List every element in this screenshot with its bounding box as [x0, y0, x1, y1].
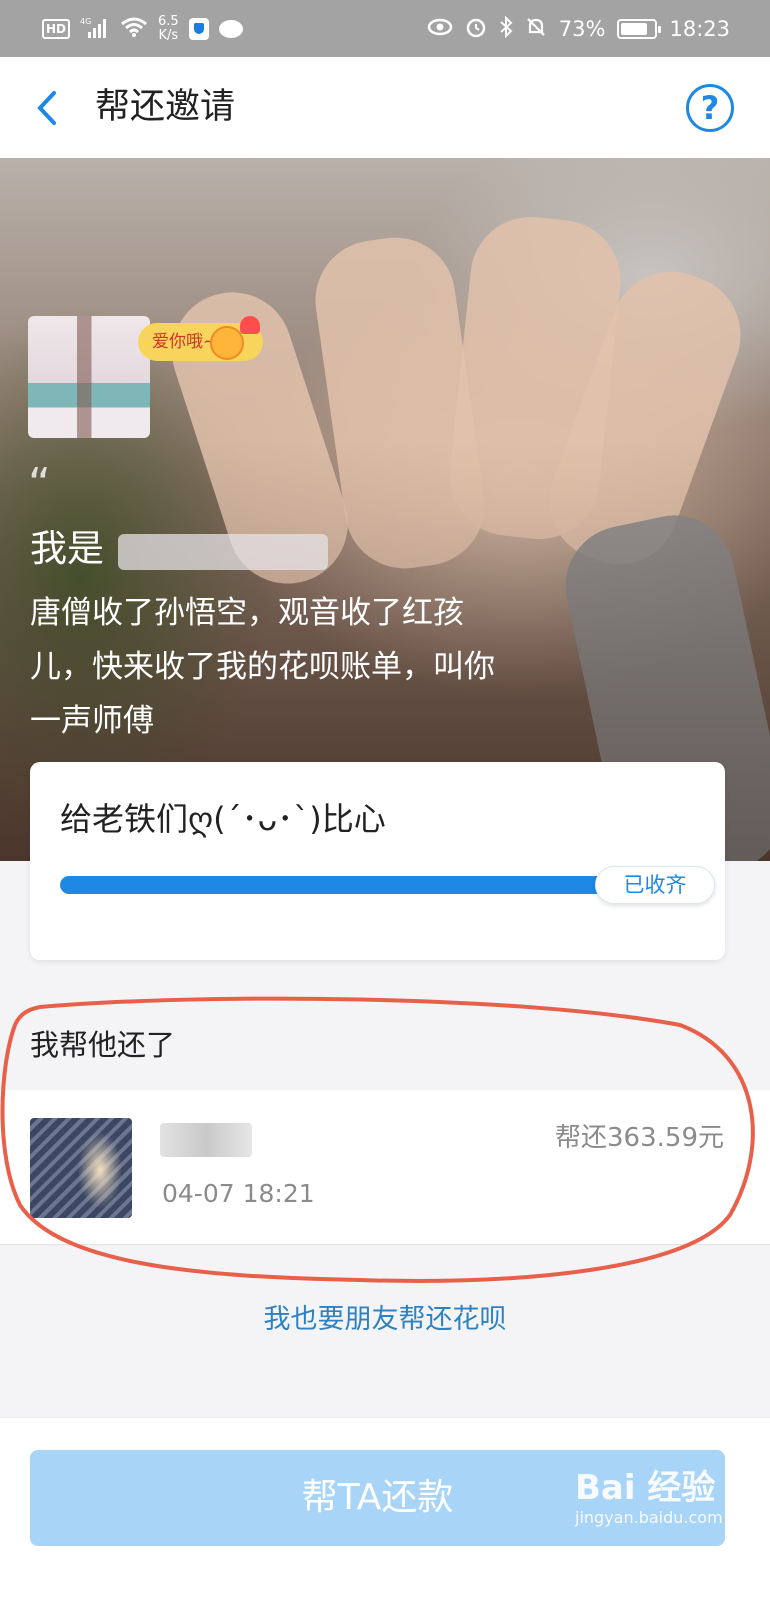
status-left: HD 4G 6.5 K/s [42, 10, 243, 48]
wifi-icon [120, 16, 148, 42]
clock: 18:23 [669, 17, 730, 41]
speed-value: 6.5 [158, 14, 179, 29]
helper-amount: 帮还363.59元 [555, 1123, 724, 1153]
card-title: 给老铁们ღ(´･ᴗ･`)比心 [60, 800, 386, 838]
hd-icon: HD [42, 19, 71, 39]
helper-time: 04-07 18:21 [162, 1179, 315, 1208]
hero-banner: 爱你哦~ “ 我是 唐僧收了孙悟空，观音收了红孩儿，快来收了我的花呗账单，叫你一… [0, 158, 770, 861]
battery-icon [617, 19, 662, 39]
chat-app-icon [218, 20, 243, 38]
shield-app-icon [188, 18, 209, 40]
intro-name: 我是 [30, 527, 104, 570]
battery-percent: 73% [558, 17, 606, 41]
helper-avatar [30, 1118, 132, 1218]
redacted-name [118, 534, 328, 570]
invite-message: 唐僧收了孙悟空，观音收了红孩儿，快来收了我的花呗账单，叫你一声师傅 [30, 595, 495, 739]
avatar [28, 316, 150, 438]
page-title: 帮还邀请 [95, 87, 236, 127]
status-right: 73% 18:23 [427, 10, 730, 48]
bluetooth-icon [499, 15, 513, 42]
help-button[interactable]: ? [686, 84, 734, 132]
request-help-link[interactable]: 我也要朋友帮还花呗 [0, 1300, 770, 1340]
quote-icon: “ [28, 459, 51, 510]
status-badge: 已收齐 [595, 866, 715, 904]
section-title: 我帮他还了 [30, 1028, 176, 1062]
question-icon: ? [700, 89, 720, 127]
alarm-icon [465, 16, 487, 42]
kiss-emoji-icon [210, 326, 244, 360]
back-button[interactable] [30, 85, 70, 131]
status-bar: HD 4G 6.5 K/s 73% 18:23 [0, 0, 770, 57]
chevron-left-icon [37, 91, 56, 125]
redacted-helper-name [160, 1123, 252, 1157]
eye-icon [427, 18, 453, 40]
speed-unit: K/s [158, 28, 179, 43]
signal-icon: 4G [80, 16, 110, 42]
nav-bar: 帮还邀请 ? [0, 57, 770, 158]
network-speed: 6.5 K/s [158, 15, 179, 43]
hero-shade [0, 158, 770, 861]
heart-icon [240, 316, 260, 334]
network-label: 4G [80, 17, 91, 26]
list-item[interactable]: 04-07 18:21 帮还363.59元 [0, 1090, 770, 1245]
watermark-logo: Bai 经验 [575, 1468, 716, 1508]
progress-card: 给老铁们ღ(´･ᴗ･`)比心 已收齐 [30, 762, 725, 960]
watermark: Bai 经验 jingyan.baidu.com [575, 1468, 725, 1538]
mute-icon [525, 16, 547, 42]
watermark-url: jingyan.baidu.com [575, 1508, 723, 1527]
